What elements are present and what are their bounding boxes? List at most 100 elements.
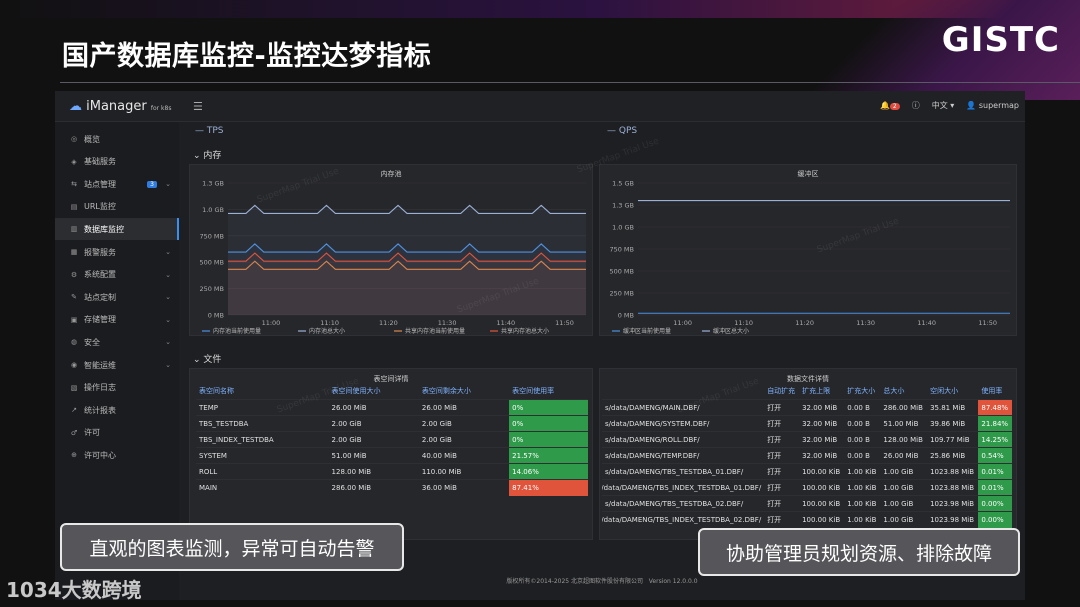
column-header[interactable]: 空闲大小 [927, 383, 978, 400]
table-cell: MAIN [196, 479, 329, 496]
sidebar-item-label: 站点管理 [84, 179, 116, 189]
sidebar-item-database[interactable]: ▥ 数据库监控 [55, 218, 179, 241]
table-row: ROLL 128.00 MiB 110.00 MiB 14.06% [196, 463, 588, 480]
legend-label[interactable]: 共享内存池当前使用量 [405, 327, 465, 335]
chevron-down-icon[interactable]: ⌄ [165, 180, 171, 188]
report-icon: ↗ [71, 406, 77, 415]
legend-label[interactable]: 缓冲区当前使用量 [623, 327, 671, 335]
sidebar-item-overview[interactable]: ◎ 概览 [55, 128, 179, 150]
sidebar-item-security[interactable]: ◍ 安全 ⌄ [55, 331, 179, 353]
table-cell: 2.00 GiB [418, 431, 510, 448]
table-cell: 110.00 MiB [418, 463, 510, 480]
table-cell: 26.00 MiB [880, 447, 928, 464]
table-cell: 100.00 KiB [799, 495, 845, 512]
bell-icon[interactable]: 🔔 2 [880, 101, 900, 110]
app-brand-sub: for k8s [150, 105, 172, 112]
sidebar-item-alarm[interactable]: ▦ 报警服务 ⌄ [55, 241, 179, 263]
y-tick-label: 500 MB [199, 259, 224, 267]
sidebar-item-base-service[interactable]: ◈ 基础服务 [55, 151, 179, 173]
help-icon[interactable]: ⓘ [912, 100, 920, 111]
y-tick-label: 1.0 GB [202, 206, 224, 214]
memory-pool-chart: 0 MB 250 MB 500 MB 750 MB 1.0 GB 1.3 GB 11:00 1… [199, 180, 586, 335]
table-cell: 0.00 B [844, 415, 881, 432]
table-cell: /s/data/DAMENG/TEMP.DBF [602, 447, 765, 464]
column-header[interactable]: 扩充大小 [844, 383, 880, 400]
x-tick-label: 11:50 [555, 319, 574, 327]
column-header[interactable]: 自动扩充 [764, 383, 799, 400]
table-cell: 286.00 MiB [880, 399, 928, 416]
x-tick-label: 11:30 [438, 319, 457, 327]
chevron-down-icon[interactable]: ⌄ [165, 361, 171, 369]
sidebar-item-customize[interactable]: ✎ 站点定制 ⌄ [55, 286, 179, 308]
menu-toggle-icon[interactable]: ☰ [193, 100, 203, 113]
aiops-icon: ◉ [70, 361, 78, 369]
sidebar-item-label: 报警服务 [84, 247, 116, 257]
table-cell: 32.00 MiB [799, 415, 845, 432]
table-cell: 打开 [764, 495, 800, 512]
sidebar-item-license-center[interactable]: ⊕ 许可中心 [55, 444, 179, 466]
language-select[interactable]: 中文 ▾ [932, 100, 955, 111]
database-icon: ▥ [70, 225, 78, 234]
sidebar-item-label: 许可 [84, 428, 100, 438]
sidebar-item-aiops[interactable]: ◉ 智能运维 ⌄ [55, 354, 179, 376]
tps-legend: — TPS [195, 126, 224, 136]
sidebar-item-url[interactable]: ▤ URL监控 [55, 196, 179, 218]
table-cell: 36.00 MiB [418, 479, 510, 496]
app-footer: 版权所有©2014-2025 北京超图软件股份有限公司 Version 12.0… [179, 576, 1025, 585]
legend-label[interactable]: 缓冲区总大小 [713, 327, 749, 335]
table-cell: TBS_TESTDBA [196, 415, 329, 432]
table-cell: 2.00 GiB [328, 431, 419, 448]
y-tick-label: 250 MB [199, 285, 224, 293]
callout-left: 直观的图表监测，异常可自动告警 [60, 523, 404, 571]
sidebar-item-site[interactable]: ⇆ 站点管理 3 ⌄ [55, 173, 179, 195]
log-icon: ▧ [70, 383, 78, 392]
table-cell: 0% [509, 399, 588, 416]
column-header[interactable]: 使用率 [978, 383, 1012, 400]
legend-label[interactable]: 内存池总大小 [309, 327, 345, 335]
chevron-down-icon[interactable]: ⌄ [165, 293, 171, 301]
table-cell: 0.00 B [844, 399, 881, 416]
table-cell: ROLL [196, 463, 329, 480]
table-row: TBS_TESTDBA 2.00 GiB 2.00 GiB 0% [196, 415, 588, 432]
table-cell: 51.00 MiB [328, 447, 419, 464]
chevron-down-icon: ⌄ [193, 151, 201, 161]
table-cell: 打开 [764, 479, 800, 496]
sidebar-item-report[interactable]: ↗ 统计报表 [55, 399, 179, 421]
table-cell: 87.41% [509, 479, 588, 496]
column-header[interactable]: 表空间使用率 [509, 383, 588, 400]
x-tick-label: 11:10 [734, 319, 753, 327]
column-header[interactable]: 扩充上限 [799, 383, 844, 400]
cloud-logo-icon: ☁ [69, 99, 82, 114]
sidebar-item-log[interactable]: ▧ 操作日志 [55, 377, 179, 399]
y-tick-label: 0 MB [208, 312, 224, 320]
x-tick-label: 11:20 [379, 319, 398, 327]
legend-label[interactable]: 共享内存池总大小 [501, 327, 549, 335]
sidebar-item-storage[interactable]: ▣ 存储管理 ⌄ [55, 309, 179, 331]
y-tick-label: 1.3 GB [202, 180, 224, 188]
table-cell: 21.84% [978, 415, 1012, 432]
user-menu[interactable]: 👤 supermap [966, 101, 1019, 110]
table-cell: 0.00% [978, 511, 1012, 528]
overview-icon: ◎ [70, 135, 78, 143]
sidebar-item-label: URL监控 [84, 202, 116, 212]
sidebar-item-license[interactable]: ♂ 许可 [55, 422, 179, 444]
sidebar-item-label: 数据库监控 [84, 224, 124, 234]
license-center-icon: ⊕ [71, 451, 77, 460]
section-files[interactable]: ⌄ 文件 [193, 352, 221, 365]
sidebar-item-settings[interactable]: ⚙ 系统配置 ⌄ [55, 264, 179, 286]
security-icon: ◍ [70, 338, 78, 347]
tablespace-table: 表空间名称 表空间使用大小 表空间剩余大小 表空间使用率 TEMP 26.00 MiB 26… [196, 383, 588, 496]
column-header[interactable]: 表空间剩余大小 [419, 383, 509, 400]
chevron-down-icon[interactable]: ⌄ [165, 316, 171, 324]
table-cell: 0.01% [978, 463, 1012, 480]
column-header[interactable]: 总大小 [880, 383, 927, 400]
user-icon: 👤 [966, 101, 977, 110]
y-tick-label: 500 MB [609, 268, 634, 276]
legend-label[interactable]: 内存池当前使用量 [213, 327, 261, 335]
chevron-down-icon[interactable]: ⌄ [165, 248, 171, 256]
section-memory[interactable]: ⌄ 内存 [193, 148, 221, 161]
chevron-down-icon[interactable]: ⌄ [165, 271, 171, 279]
chevron-down-icon[interactable]: ⌄ [165, 338, 171, 346]
app-brand[interactable]: ☁ iManager for k8s [69, 99, 171, 114]
table-cell: 1023.88 MiB [927, 463, 979, 480]
